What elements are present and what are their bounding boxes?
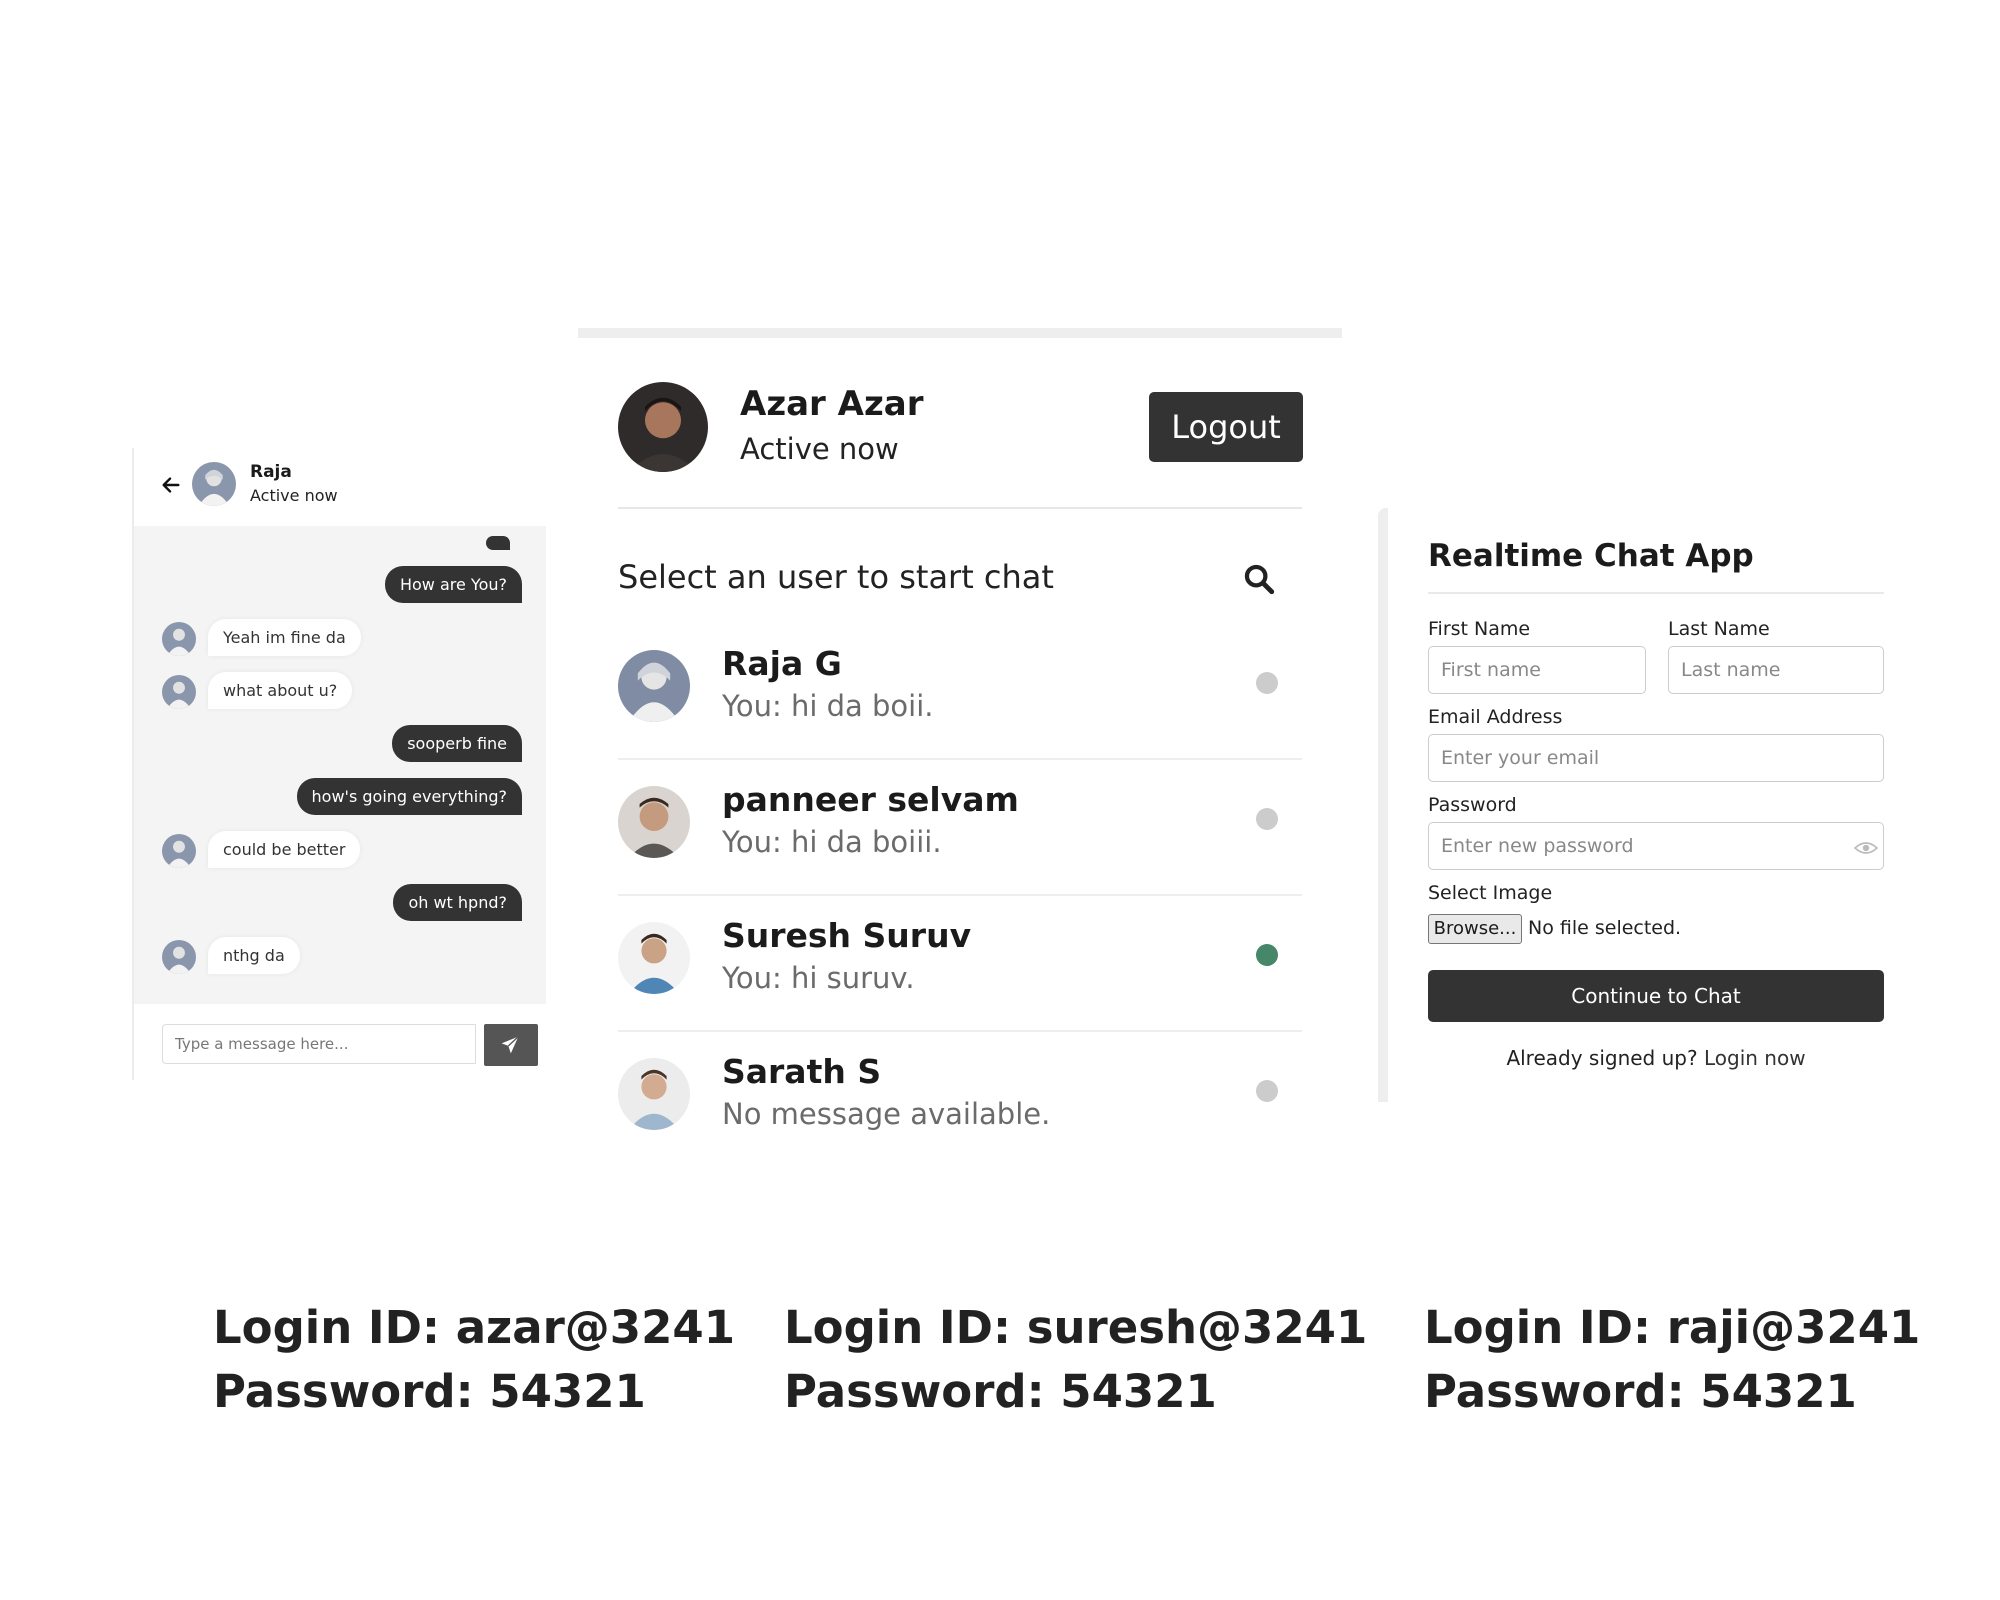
contact-avatar <box>162 622 196 656</box>
user-avatar <box>618 1058 690 1130</box>
password-label: Password <box>1428 794 1517 816</box>
user-list-item[interactable]: Sarath S No message available. <box>618 1032 1302 1168</box>
login-id-text: Login ID: azar@3241 <box>213 1301 736 1354</box>
user-avatar <box>618 922 690 994</box>
first-name-input[interactable] <box>1428 646 1646 694</box>
incoming-message: could be better <box>208 831 361 868</box>
last-name-input[interactable] <box>1668 646 1884 694</box>
last-message: You: hi suruv. <box>722 961 915 995</box>
contact-name: Raja <box>250 462 292 482</box>
divider <box>618 507 1302 509</box>
send-button[interactable] <box>484 1024 538 1066</box>
user-list-item[interactable]: Raja G You: hi da boii. <box>618 624 1302 760</box>
credentials-block: Login ID: azar@3241 Password: 54321 <box>213 1296 735 1424</box>
user-name: Suresh Suruv <box>722 916 972 955</box>
status-dot <box>1256 808 1278 830</box>
user-name: Sarath S <box>722 1052 882 1091</box>
status-dot <box>1256 672 1278 694</box>
email-label: Email Address <box>1428 706 1563 728</box>
last-message: You: hi da boiii. <box>722 825 942 859</box>
login-prompt-text: Already signed up? <box>1506 1046 1698 1070</box>
logout-button[interactable]: Logout <box>1149 392 1303 462</box>
file-status: No file selected. <box>1528 917 1682 939</box>
panel-top-border <box>578 328 1342 338</box>
incoming-message: what about u? <box>208 672 353 709</box>
email-input[interactable] <box>1428 734 1884 782</box>
incoming-message: Yeah im fine da <box>208 619 361 656</box>
login-id-text: Login ID: suresh@3241 <box>784 1301 1368 1354</box>
contact-status: Active now <box>250 486 338 505</box>
last-message: You: hi da boii. <box>722 689 934 723</box>
user-list-item[interactable]: panneer selvam You: hi da boiii. <box>618 760 1302 896</box>
chat-box: How are You? Yeah im fine da what about … <box>134 526 546 1004</box>
login-prompt: Already signed up? Login now <box>1428 1046 1884 1070</box>
online-status-dot <box>1256 944 1278 966</box>
outgoing-message <box>486 536 510 550</box>
outgoing-message: sooperb fine <box>392 725 522 762</box>
typing-area <box>134 1004 546 1080</box>
chat-panel: Raja Active now How are You? Yeah im fin… <box>132 448 546 1080</box>
incoming-message: nthg da <box>208 937 300 974</box>
search-icon[interactable] <box>1242 562 1276 596</box>
contact-avatar <box>162 675 196 709</box>
outgoing-message: oh wt hpnd? <box>393 884 522 921</box>
paper-plane-icon <box>501 1036 519 1054</box>
credentials-block: Login ID: raji@3241 Password: 54321 <box>1424 1296 1920 1424</box>
outgoing-message: How are You? <box>384 566 522 603</box>
status-dot <box>1256 1080 1278 1102</box>
user-name: panneer selvam <box>722 780 1019 819</box>
search-prompt: Select an user to start chat <box>618 558 1054 596</box>
last-message: No message available. <box>722 1097 1051 1131</box>
eye-icon[interactable] <box>1854 840 1878 856</box>
last-name-label: Last Name <box>1668 618 1770 640</box>
chat-header: Raja Active now <box>134 448 546 526</box>
users-panel: Azar Azar Active now Logout Select an us… <box>578 328 1342 1160</box>
contact-avatar <box>162 940 196 974</box>
user-name: Raja G <box>722 644 842 683</box>
first-name-label: First Name <box>1428 618 1531 640</box>
contact-avatar <box>192 462 236 506</box>
password-input[interactable] <box>1428 822 1884 870</box>
login-link[interactable]: Login now <box>1704 1046 1806 1070</box>
arrow-left-icon[interactable] <box>160 474 182 496</box>
contact-avatar <box>162 834 196 868</box>
current-user-status: Active now <box>740 432 899 466</box>
signup-panel: Realtime Chat App First Name Last Name E… <box>1378 508 1890 1102</box>
continue-to-chat-button[interactable]: Continue to Chat <box>1428 970 1884 1022</box>
password-text: Password: 54321 <box>213 1365 646 1418</box>
browse-button[interactable]: Browse... <box>1428 914 1522 944</box>
divider <box>1428 592 1884 594</box>
outgoing-message: how's going everything? <box>296 778 522 815</box>
password-text: Password: 54321 <box>784 1365 1217 1418</box>
form-title: Realtime Chat App <box>1428 538 1754 574</box>
login-id-text: Login ID: raji@3241 <box>1424 1301 1921 1354</box>
current-user-avatar <box>618 382 708 472</box>
user-avatar <box>618 650 690 722</box>
current-user-name: Azar Azar <box>740 384 924 424</box>
credentials-block: Login ID: suresh@3241 Password: 54321 <box>784 1296 1367 1424</box>
password-text: Password: 54321 <box>1424 1365 1857 1418</box>
message-input[interactable] <box>162 1024 476 1064</box>
image-label: Select Image <box>1428 882 1553 904</box>
user-list-item[interactable]: Suresh Suruv You: hi suruv. <box>618 896 1302 1032</box>
user-avatar <box>618 786 690 858</box>
